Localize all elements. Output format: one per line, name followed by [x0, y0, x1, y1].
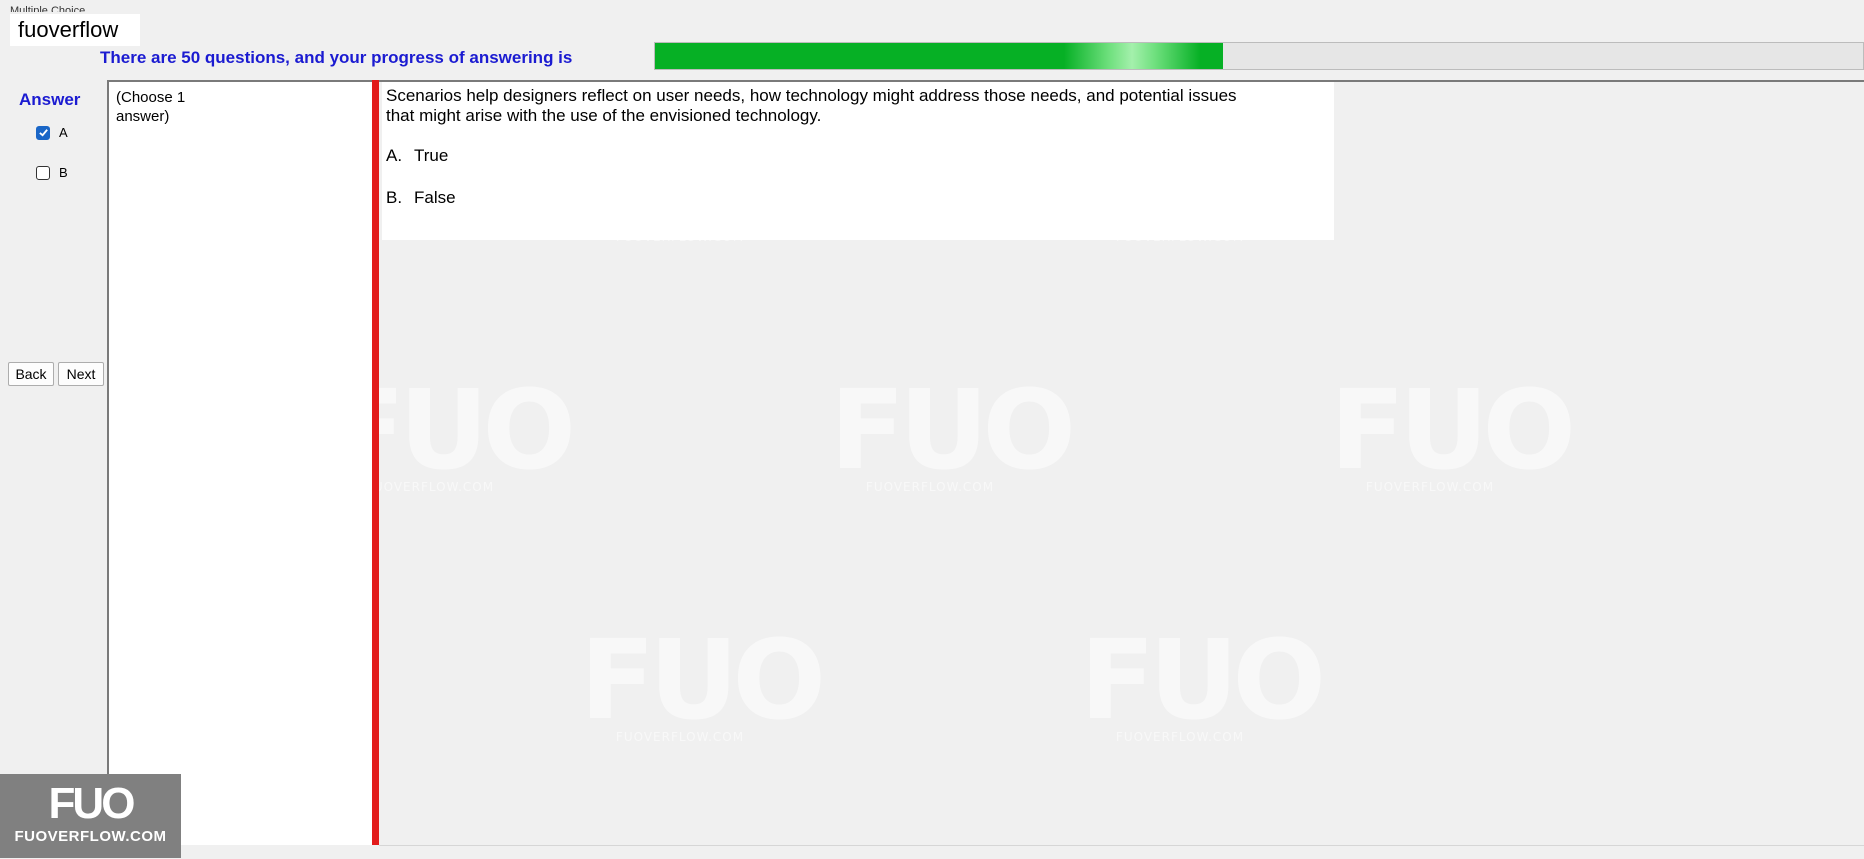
site-label: fuoverflow	[10, 14, 140, 46]
check-icon	[38, 129, 48, 137]
option-letter: A.	[386, 146, 403, 165]
question-text: Scenarios help designers reflect on user…	[386, 86, 1237, 125]
watermark: FUO FUOVERFLOW.COM	[1080, 616, 1326, 744]
answer-title: Answer	[19, 90, 81, 109]
option-letter: B.	[386, 188, 403, 207]
watermark-logo: FUO	[580, 616, 826, 744]
option-text: False	[414, 188, 456, 207]
checkbox-a[interactable]	[36, 125, 50, 140]
logo-text: FUOVERFLOW.COM	[14, 828, 167, 845]
answer-option-a[interactable]: A	[36, 125, 68, 140]
question-option-a: A. True	[386, 146, 448, 166]
watermark: FUO FUOVERFLOW.COM	[1330, 366, 1576, 494]
status-strip	[379, 845, 1864, 859]
answer-option-label: A	[59, 125, 68, 140]
progress-bar-fill	[655, 43, 1223, 69]
instruction-panel	[107, 80, 374, 845]
watermark: FUO FUOVERFLOW.COM	[830, 366, 1076, 494]
window-title: Multiple Choice	[10, 5, 86, 12]
logo-mark: FUO	[48, 779, 136, 828]
watermark-logo: FUO	[830, 366, 1076, 494]
progress-bar	[654, 42, 1864, 70]
watermark-logo: FUO	[1330, 366, 1576, 494]
answer-option-b[interactable]: B	[36, 165, 68, 180]
fuoverflow-logo: FUO FUOVERFLOW.COM	[0, 774, 181, 858]
watermark: FUO FUOVERFLOW.COM	[580, 616, 826, 744]
instruction-text: (Choose 1 answer)	[116, 89, 186, 125]
progress-label: There are 50 questions, and your progres…	[100, 48, 573, 67]
back-button[interactable]: Back	[8, 362, 54, 386]
watermark-logo: FUO	[1080, 616, 1326, 744]
option-text: True	[414, 146, 449, 165]
question-option-b: B. False	[386, 188, 456, 208]
answer-option-label: B	[59, 165, 68, 180]
panel-divider[interactable]	[372, 80, 379, 845]
next-button[interactable]: Next	[58, 362, 104, 386]
checkbox-b[interactable]	[36, 165, 50, 180]
